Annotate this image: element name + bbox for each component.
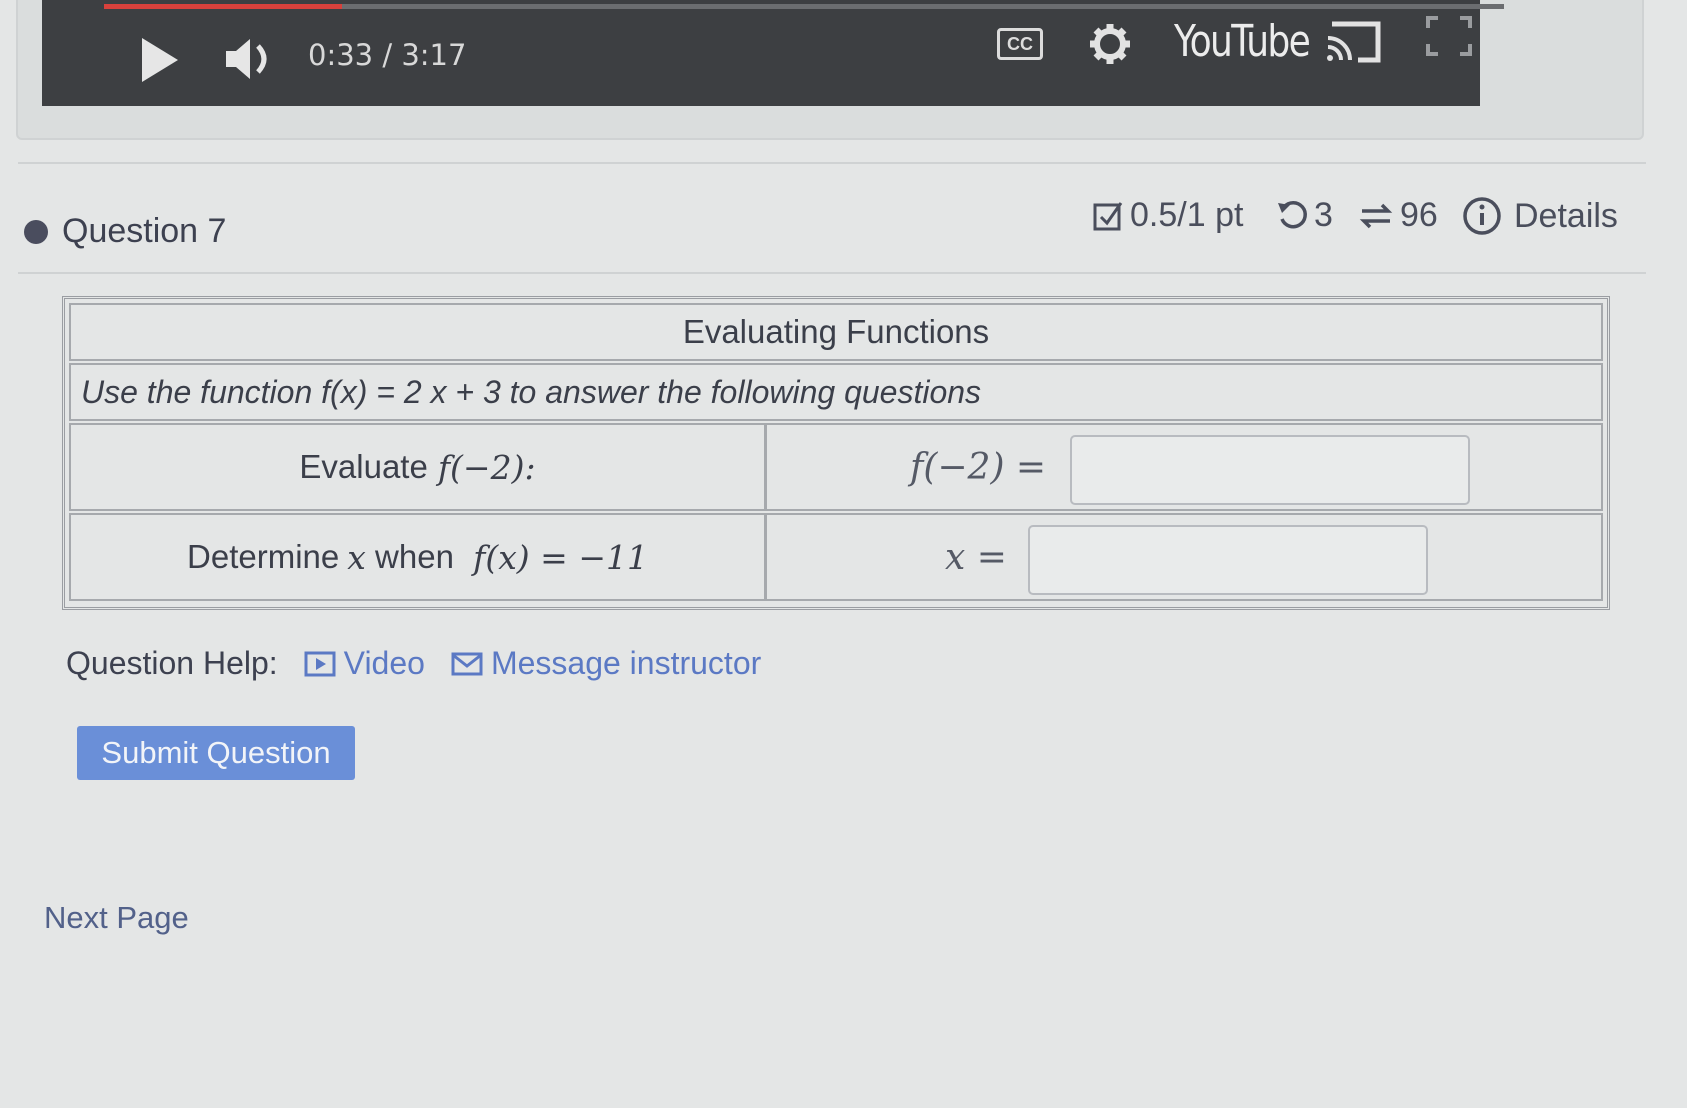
answer-cell: x = [770, 515, 1601, 599]
retries-badge: 3 [1276, 196, 1333, 235]
youtube-logo[interactable]: YouTube [1174, 16, 1311, 67]
retries-count: 3 [1314, 196, 1333, 234]
answer-input-x[interactable] [1028, 525, 1428, 595]
table-heading: Evaluating Functions [69, 303, 1603, 361]
answer-input-f-of-minus-2[interactable] [1070, 435, 1470, 505]
question-table: Evaluating Functions Use the function f(… [62, 296, 1610, 610]
message-instructor-link[interactable]: Message instructor [451, 645, 761, 682]
prompt-cell: Evaluate f(−2): [71, 425, 767, 509]
info-icon [1463, 197, 1501, 235]
question-title: Question 7 [62, 212, 227, 250]
video-link-label[interactable]: Video [344, 645, 425, 682]
prompt-variable: x [347, 537, 366, 577]
video-progress-bar[interactable] [104, 4, 1504, 9]
question-help: Question Help: Video Message instructor [66, 645, 761, 682]
divider [18, 162, 1646, 164]
divider [18, 272, 1646, 274]
video-control-bar: 0:33 / 3:17 CC YouTube [42, 0, 1504, 106]
volume-icon[interactable] [224, 36, 276, 82]
table-instruction: Use the function f(x) = 2 x + 3 to answe… [69, 363, 1603, 421]
table-row: Evaluate f(−2): f(−2) = [69, 423, 1603, 511]
prompt-mid: when [365, 538, 464, 575]
answer-label: x = [945, 537, 1007, 578]
play-icon[interactable] [142, 38, 178, 82]
fullscreen-icon[interactable] [1426, 16, 1472, 56]
gear-icon[interactable] [1088, 22, 1132, 66]
video-time: 0:33 / 3:17 [308, 38, 467, 72]
table-row: Determine x when f(x) = −11 x = [69, 513, 1603, 601]
prompt-cell: Determine x when f(x) = −11 [71, 515, 767, 599]
video-progress-fill [104, 4, 342, 9]
prompt-math: f(−2): [437, 447, 536, 487]
retry-icon [1278, 200, 1307, 228]
score-icon [1093, 201, 1123, 230]
attempts-badge: 96 [1358, 196, 1438, 235]
message-link-label[interactable]: Message instructor [491, 645, 761, 682]
help-label: Question Help: [66, 645, 278, 681]
score-badge: 0.5/1 pt [1092, 196, 1243, 235]
answer-cell: f(−2) = [770, 425, 1601, 509]
video-help-link[interactable]: Video [304, 645, 425, 682]
prompt-math: f(x) = −11 [473, 537, 648, 577]
attempts-count: 96 [1400, 196, 1438, 234]
cc-icon[interactable]: CC [997, 28, 1043, 60]
next-page-link[interactable]: Next Page [44, 900, 189, 936]
mail-icon [451, 652, 483, 675]
score-text: 0.5/1 pt [1130, 196, 1244, 234]
prompt-prefix: Evaluate [299, 448, 428, 485]
attempts-icon [1359, 203, 1393, 228]
question-status-dot [24, 220, 48, 244]
details-button[interactable]: Details [1462, 196, 1618, 236]
submit-question-button[interactable]: Submit Question [77, 726, 355, 780]
prompt-prefix: Determine [187, 538, 340, 575]
answer-label: f(−2) = [910, 447, 1047, 488]
cast-icon[interactable] [1324, 20, 1382, 64]
details-label[interactable]: Details [1514, 197, 1618, 236]
video-icon [304, 651, 336, 676]
